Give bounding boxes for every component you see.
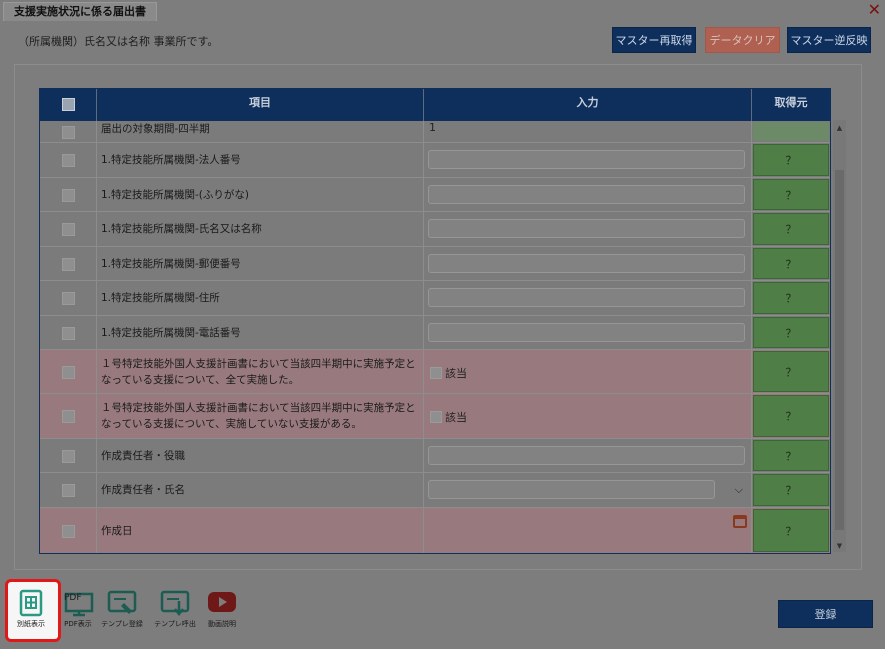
source-button[interactable]: ？ [753, 144, 829, 176]
video-explanation-button[interactable]: 動画説明 [196, 585, 248, 637]
dialog-title: 支援実施状況に係る届出書 [3, 2, 157, 21]
source-button[interactable]: ？ [753, 440, 829, 471]
row-label: 1.特定技能所属機関-電話番号 [97, 316, 424, 349]
pdf-icon: PDF [64, 592, 94, 617]
table-row: 作成責任者・役職 ？ [40, 439, 830, 473]
toolbar-label: 動画説明 [208, 620, 236, 628]
text-input[interactable] [428, 184, 745, 204]
scroll-thumb[interactable] [835, 170, 844, 530]
text-input[interactable] [428, 288, 745, 307]
template-call-icon [160, 590, 190, 617]
source-button[interactable]: ？ [753, 179, 829, 210]
text-input[interactable] [428, 219, 745, 238]
row-label: 届出の対象期間-四半期 [97, 121, 424, 142]
row-checkbox[interactable] [62, 257, 75, 271]
source-button[interactable]: ？ [753, 213, 829, 245]
data-clear-button[interactable]: データクリア [705, 27, 780, 53]
row-checkbox[interactable] [62, 484, 75, 497]
table-row: 1.特定技能所属機関-氏名又は名称 ？ [40, 212, 830, 247]
table-row: 1.特定技能所属機関-(ふりがな) ？ [40, 178, 830, 212]
row-checkbox[interactable] [62, 154, 75, 167]
select-all-checkbox[interactable] [61, 98, 75, 111]
toolbar-label: 別紙表示 [17, 620, 45, 628]
source-button[interactable]: ？ [753, 282, 829, 314]
row-checkbox[interactable] [62, 365, 75, 379]
text-input[interactable] [428, 322, 745, 342]
table-row: １号特定技能外国人支援計画書において当該四半期中に実施予定となっている支援につい… [40, 394, 830, 439]
data-grid: 項目 入力 取得元 届出の対象期間-四半期 1 1.特定技能所属機関-法人番号 … [39, 88, 831, 554]
toolbar-label: テンプレ呼出 [154, 620, 196, 628]
header-source: 取得元 [774, 96, 808, 109]
chevron-down-icon[interactable]: ⌵ [735, 483, 743, 497]
master-refetch-button[interactable]: マスター再取得 [612, 27, 696, 53]
row-checkbox[interactable] [62, 188, 75, 202]
row-label: 1.特定技能所属機関-(ふりがな) [97, 178, 424, 211]
row-checkbox[interactable] [62, 410, 75, 423]
row-label: 1.特定技能所属機関-法人番号 [97, 143, 424, 177]
template-call-button[interactable]: テンプレ呼出 [149, 585, 201, 637]
table-row: 1.特定技能所属機関-住所 ？ [40, 281, 830, 316]
source-button[interactable]: ？ [753, 509, 829, 552]
row-label: 1.特定技能所属機関-住所 [97, 281, 424, 315]
sheet-icon [19, 589, 43, 617]
source-button[interactable]: ？ [753, 474, 829, 506]
table-row: 作成責任者・氏名 ⌵ ？ [40, 473, 830, 508]
subtitle: （所属機関）氏名又は名称 事業所です。 [18, 35, 219, 48]
source-button[interactable]: ？ [753, 395, 829, 437]
table-row: 1.特定技能所属機関-法人番号 ？ [40, 143, 830, 178]
scroll-down-icon[interactable]: ▼ [833, 542, 846, 550]
row-label: １号特定技能外国人支援計画書において当該四半期中に実施予定となっている支援につい… [97, 394, 424, 438]
row-checkbox[interactable] [62, 524, 75, 538]
text-input[interactable] [428, 150, 745, 169]
row-label: 作成日 [97, 508, 424, 553]
toolbar-label: テンプレ登録 [101, 620, 143, 628]
header-select-cell [40, 89, 97, 121]
row-checkbox[interactable] [62, 126, 75, 139]
sheet-display-button[interactable]: 別紙表示 [5, 585, 57, 637]
row-label: １号特定技能外国人支援計画書において当該四半期中に実施予定となっている支援につい… [97, 350, 424, 393]
source-button[interactable]: ？ [753, 317, 829, 348]
grid-scrollbar[interactable]: ▲ ▼ [833, 120, 846, 552]
source-button[interactable]: ？ [753, 248, 829, 279]
master-reverse-button[interactable]: マスター逆反映 [787, 27, 871, 53]
dialog: 支援実施状況に係る届出書 ✕ （所属機関）氏名又は名称 事業所です。 マスター再… [0, 0, 885, 649]
row-value: 1 [429, 121, 436, 134]
header-item: 項目 [97, 89, 424, 121]
template-register-icon [107, 590, 137, 614]
table-row: 作成日 ？ [40, 508, 830, 553]
header-input: 入力 [424, 89, 752, 121]
applicable-checkbox[interactable]: 該当 [430, 365, 467, 381]
row-checkbox[interactable] [62, 292, 75, 305]
source-button[interactable]: ？ [753, 351, 829, 392]
pdf-icon-text: PDF [64, 593, 82, 603]
video-icon [208, 592, 236, 612]
row-label: 1.特定技能所属機関-氏名又は名称 [97, 212, 424, 246]
row-label: 作成責任者・氏名 [97, 473, 424, 507]
row-checkbox[interactable] [62, 326, 75, 340]
row-label: 作成責任者・役職 [97, 439, 424, 472]
table-row: 届出の対象期間-四半期 1 [40, 121, 830, 143]
row-checkbox[interactable] [62, 449, 75, 463]
table-row: １号特定技能外国人支援計画書において当該四半期中に実施予定となっている支援につい… [40, 350, 830, 394]
table-row: 1.特定技能所属機関-郵便番号 ？ [40, 247, 830, 281]
table-row: 1.特定技能所属機関-電話番号 ？ [40, 316, 830, 350]
calendar-icon[interactable] [733, 515, 747, 528]
select-dropdown[interactable] [428, 480, 715, 499]
text-input[interactable] [428, 445, 745, 465]
scroll-up-icon[interactable]: ▲ [833, 124, 846, 132]
row-checkbox[interactable] [62, 223, 75, 236]
row-label: 1.特定技能所属機関-郵便番号 [97, 247, 424, 280]
template-register-button[interactable]: テンプレ登録 [96, 585, 148, 637]
close-icon[interactable]: ✕ [868, 0, 881, 20]
toolbar-label: PDF表示 [64, 620, 92, 628]
source-button[interactable] [753, 122, 829, 141]
applicable-checkbox[interactable]: 該当 [430, 409, 467, 425]
text-input[interactable] [428, 253, 745, 273]
grid-header: 項目 入力 取得元 [40, 89, 830, 121]
register-button[interactable]: 登録 [778, 600, 873, 628]
